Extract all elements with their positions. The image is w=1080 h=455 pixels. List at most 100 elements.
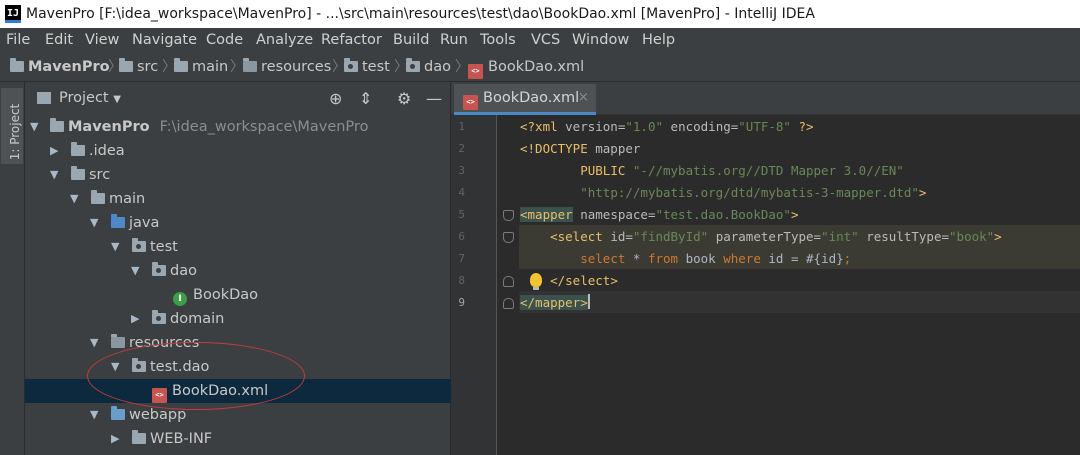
tree-node-test[interactable]: ▼ test xyxy=(25,235,451,259)
close-icon[interactable]: × xyxy=(578,84,589,112)
code-line-4: "http://mybatis.org/dtd/mybatis-3-mapper… xyxy=(580,185,927,200)
tree-node-label: resources xyxy=(129,335,200,351)
line-number: 1 xyxy=(458,120,465,133)
resources-folder-icon xyxy=(111,334,125,348)
tree-node-resources[interactable]: ▼ resources xyxy=(25,331,451,355)
tree-node-webapp[interactable]: ▼ webapp xyxy=(25,403,451,427)
code-line-3: PUBLIC "-//mybatis.org//DTD Mapper 3.0//… xyxy=(580,163,904,178)
chevron-right-icon: 〉 xyxy=(230,59,244,75)
fold-marker-icon[interactable] xyxy=(503,232,514,243)
tree-node-bookdao-class[interactable]: I BookDao xyxy=(25,283,451,307)
tree-node-src[interactable]: ▼ src xyxy=(25,163,451,187)
window-title: MavenPro [F:\idea_workspace\MavenPro] - … xyxy=(26,6,815,22)
breadcrumb-item-resources[interactable]: resources xyxy=(243,52,331,82)
code-editor[interactable]: 1 2 3 4 5 6 7 8 9 <?xml version="1.0" en… xyxy=(451,115,1080,455)
project-stripe-label: 1: Project xyxy=(8,103,22,161)
menu-navigate[interactable]: Navigate xyxy=(132,28,197,52)
breadcrumb-item-src[interactable]: src xyxy=(119,52,158,82)
menu-vcs[interactable]: VCS xyxy=(531,28,560,52)
minimize-icon[interactable]: — xyxy=(426,82,442,115)
menu-help[interactable]: Help xyxy=(642,28,675,52)
tree-node-label: BookDao.xml xyxy=(172,383,269,399)
line-number: 8 xyxy=(458,274,465,287)
tree-node-mavenpro[interactable]: ▼ MavenPro F:\idea_workspace\MavenPro xyxy=(25,115,451,139)
line-number: 5 xyxy=(458,208,465,221)
collapsed-arrow-icon[interactable]: ▶ xyxy=(111,427,119,451)
collapsed-arrow-icon[interactable]: ▶ xyxy=(50,139,58,163)
breadcrumb-item-dao[interactable]: dao xyxy=(406,52,451,82)
tree-node-label: BookDao xyxy=(193,287,259,303)
expanded-arrow-icon[interactable]: ▼ xyxy=(70,187,78,211)
tree-node-test-dao[interactable]: ▼ test.dao xyxy=(25,355,451,379)
project-panel-header: Project ▼ ⊕ ⇕ ⚙ — xyxy=(25,82,451,115)
breadcrumb-item-main[interactable]: main xyxy=(174,52,228,82)
expanded-arrow-icon[interactable]: ▼ xyxy=(111,235,119,259)
tree-node-domain[interactable]: ▶ domain xyxy=(25,307,451,331)
tree-node-web-inf[interactable]: ▶ WEB-INF xyxy=(25,427,451,451)
menu-edit[interactable]: Edit xyxy=(45,28,73,52)
collapse-all-icon[interactable]: ⇕ xyxy=(359,82,372,115)
fold-marker-icon[interactable] xyxy=(503,298,514,309)
code-line-9: </mapper> xyxy=(520,294,590,310)
code-line-8: </select> xyxy=(550,273,618,288)
tree-node-label: dao xyxy=(170,263,197,279)
editor-tab-bar: <> BookDao.xml × xyxy=(451,82,1080,115)
menu-tools[interactable]: Tools xyxy=(480,28,516,52)
tree-node-idea[interactable]: ▶ .idea xyxy=(25,139,451,163)
menu-analyze[interactable]: Analyze xyxy=(256,28,313,52)
line-number: 3 xyxy=(458,164,465,177)
tree-node-dao[interactable]: ▼ dao xyxy=(25,259,451,283)
project-view-selector[interactable]: Project ▼ xyxy=(59,82,121,116)
tree-node-main[interactable]: ▼ main xyxy=(25,187,451,211)
tab-bookdao-xml[interactable]: <> BookDao.xml × xyxy=(454,84,596,115)
menu-code[interactable]: Code xyxy=(206,28,243,52)
expanded-arrow-icon[interactable]: ▼ xyxy=(131,259,139,283)
expanded-arrow-icon[interactable]: ▼ xyxy=(30,115,38,139)
expanded-arrow-icon[interactable]: ▼ xyxy=(50,163,58,187)
breadcrumb-item-mavenpro[interactable]: MavenPro xyxy=(10,52,110,82)
line-number: 6 xyxy=(458,230,465,243)
expanded-arrow-icon[interactable]: ▼ xyxy=(90,331,98,355)
expanded-arrow-icon[interactable]: ▼ xyxy=(90,211,98,235)
breadcrumb-label: MavenPro xyxy=(28,59,110,75)
expanded-arrow-icon[interactable]: ▼ xyxy=(90,403,98,427)
folder-icon xyxy=(132,430,146,444)
window-title-bar: IJ MavenPro [F:\idea_workspace\MavenPro]… xyxy=(0,0,1080,28)
menu-window[interactable]: Window xyxy=(572,28,629,52)
package-icon xyxy=(152,310,166,324)
interface-icon: I xyxy=(173,292,187,306)
xml-file-icon: <> xyxy=(152,388,167,403)
breadcrumb-label: BookDao.xml xyxy=(488,59,585,75)
menu-view[interactable]: View xyxy=(85,28,119,52)
tool-window-stripe: 1: Project xyxy=(0,82,25,455)
dropdown-arrow-icon: ▼ xyxy=(113,94,121,105)
tree-node-label: MavenPro xyxy=(68,119,150,135)
breadcrumb-item-bookdao-xml[interactable]: <> BookDao.xml xyxy=(468,52,584,82)
breadcrumb-item-test[interactable]: test xyxy=(344,52,390,82)
tree-node-bookdao-xml[interactable]: <> BookDao.xml xyxy=(25,379,451,403)
tree-node-path: F:\idea_workspace\MavenPro xyxy=(159,119,369,135)
fold-marker-icon[interactable] xyxy=(503,210,514,221)
source-folder-icon xyxy=(111,214,125,228)
code-line-2: <!DOCTYPE mapper xyxy=(520,141,641,156)
project-tool-window-button[interactable]: 1: Project xyxy=(1,88,23,164)
menu-file[interactable]: File xyxy=(6,28,30,52)
collapsed-arrow-icon[interactable]: ▶ xyxy=(131,307,139,331)
project-panel: Project ▼ ⊕ ⇕ ⚙ — ▼ MavenPro F:\idea_work… xyxy=(25,82,451,455)
project-title: Project xyxy=(59,90,109,106)
xml-file-icon: <> xyxy=(463,95,478,110)
tree-node-label: webapp xyxy=(129,407,187,423)
tree-node-java[interactable]: ▼ java xyxy=(25,211,451,235)
package-icon xyxy=(132,238,146,252)
line-number: 9 xyxy=(458,296,465,309)
breadcrumb: MavenPro 〉 src 〉 main 〉 resources 〉 test… xyxy=(0,52,1080,82)
menu-build[interactable]: Build xyxy=(393,28,429,52)
expanded-arrow-icon[interactable]: ▼ xyxy=(111,355,119,379)
breadcrumb-label: main xyxy=(192,59,229,75)
fold-marker-icon[interactable] xyxy=(503,276,514,287)
menu-refactor[interactable]: Refactor xyxy=(321,28,382,52)
gear-icon[interactable]: ⚙ xyxy=(397,82,411,115)
locate-target-icon[interactable]: ⊕ xyxy=(329,82,342,115)
code-line-6: <select id="findById" parameterType="int… xyxy=(550,229,1002,244)
menu-run[interactable]: Run xyxy=(440,28,468,52)
